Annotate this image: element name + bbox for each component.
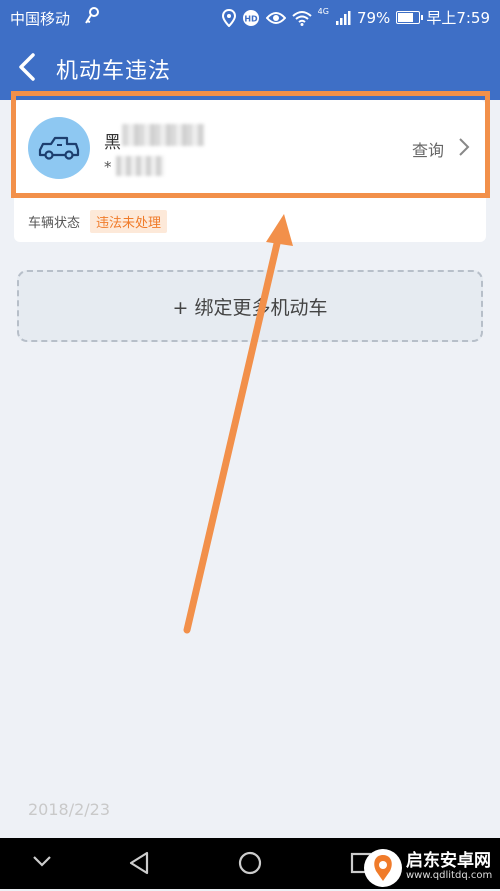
app-bar: 机动车违法 xyxy=(0,34,500,100)
eye-icon xyxy=(265,11,286,24)
location-icon xyxy=(221,8,236,27)
nav-down-icon[interactable] xyxy=(32,854,52,868)
watermark-logo xyxy=(364,848,402,887)
status-label: 车辆状态 xyxy=(28,215,81,231)
carrier-name: 中国移动 xyxy=(10,10,71,28)
hd-icon: HD xyxy=(242,9,259,26)
owner-name: * xyxy=(104,158,112,176)
page-title: 机动车违法 xyxy=(56,59,172,84)
wifi-icon xyxy=(292,10,312,26)
nav-home-icon[interactable] xyxy=(238,851,262,875)
key-icon xyxy=(85,7,99,24)
vehicle-avatar xyxy=(28,117,90,179)
watermark-url: www.qdlitdq.com xyxy=(406,870,493,882)
status-badge: 违法未处理 xyxy=(90,209,168,233)
watermark: 启东安卓网 www.qdlitdq.com xyxy=(364,846,500,889)
owner-redaction xyxy=(116,156,164,176)
status-bar: 中国移动 HD 4G 79% 早上7:59 xyxy=(0,0,500,34)
vehicle-card: 黑 * 查询 车辆状态 违法未处理 xyxy=(14,100,486,242)
date-stamp: 2018/2/23 xyxy=(28,800,111,819)
svg-text:HD: HD xyxy=(244,14,258,23)
add-vehicle-button[interactable]: + 绑定更多机动车 xyxy=(17,270,483,342)
car-icon xyxy=(38,136,80,160)
query-link[interactable]: 查询 xyxy=(412,137,444,161)
battery-percent: 79% xyxy=(356,8,391,27)
clock: 早上7:59 xyxy=(426,9,490,27)
vehicle-status-row: 车辆状态 违法未处理 xyxy=(28,209,168,233)
vehicle-row[interactable]: 黑 * 查询 xyxy=(14,100,486,200)
plate-redaction xyxy=(122,124,204,146)
chevron-right-icon xyxy=(459,138,470,156)
signal-icon xyxy=(335,10,351,25)
watermark-title: 启东安卓网 xyxy=(406,851,491,872)
battery-icon xyxy=(396,11,424,24)
network-type: 4G xyxy=(317,7,329,16)
add-vehicle-label: + 绑定更多机动车 xyxy=(172,296,328,319)
nav-back-icon[interactable] xyxy=(128,851,150,875)
plate-number: 黑 xyxy=(104,133,121,153)
back-arrow-icon[interactable] xyxy=(16,52,40,82)
